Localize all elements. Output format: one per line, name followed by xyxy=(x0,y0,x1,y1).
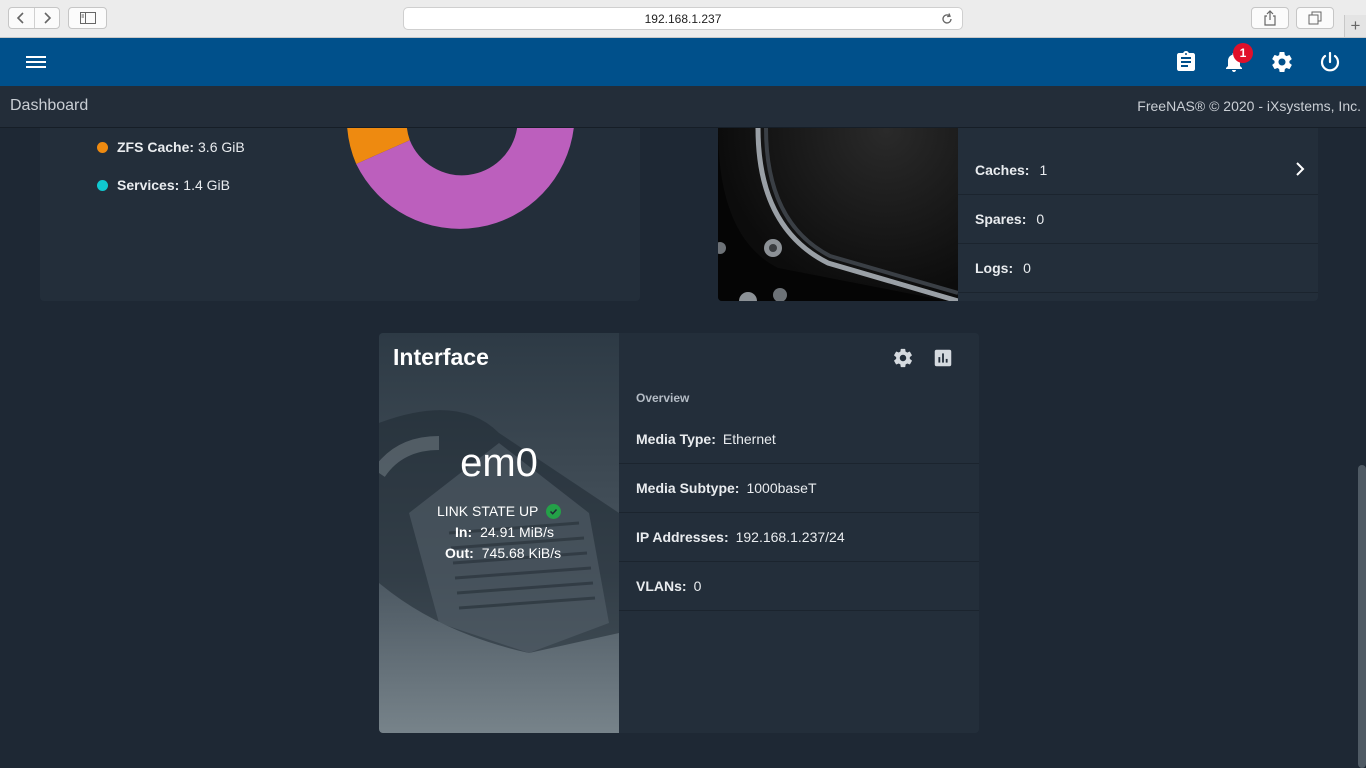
row-value: 1 xyxy=(1039,162,1048,178)
url-text: 192.168.1.237 xyxy=(644,11,722,26)
row-value: 0 xyxy=(1023,260,1031,276)
row-label: VLANs: xyxy=(636,578,687,594)
pool-widget: Caches: 1 Spares: 0 Logs: 0 xyxy=(718,128,1318,301)
browser-nav-buttons xyxy=(8,7,60,29)
sidebar-toggle-button[interactable] xyxy=(68,7,107,29)
row-label: IP Addresses: xyxy=(636,529,729,545)
page-scrollbar[interactable] xyxy=(1358,465,1366,768)
row-value: 0 xyxy=(693,578,702,594)
forward-button[interactable] xyxy=(33,8,59,28)
disk-illustration xyxy=(718,128,959,301)
memory-widget: ZFS Cache: 3.6 GiB Services: 1.4 GiB xyxy=(40,128,640,301)
row-label: Media Type: xyxy=(636,431,716,447)
tabs-overview-button[interactable] xyxy=(1296,7,1334,29)
pool-row-logs: Logs: 0 xyxy=(958,244,1318,293)
traffic-out-value: 745.68 KiB/s xyxy=(481,545,562,561)
share-button[interactable] xyxy=(1251,7,1289,29)
breadcrumb-bar: Dashboard FreeNAS® © 2020 - iXsystems, I… xyxy=(0,86,1366,128)
disk-image xyxy=(718,128,959,301)
chevron-right-icon[interactable] xyxy=(1292,161,1308,177)
browser-toolbar: 192.168.1.237 + xyxy=(0,0,1366,38)
gear-icon[interactable] xyxy=(1270,50,1294,74)
clipboard-icon[interactable] xyxy=(1174,50,1198,74)
menu-icon[interactable] xyxy=(24,50,48,74)
row-label: Media Subtype: xyxy=(636,480,740,496)
row-value: Ethernet xyxy=(722,431,776,447)
link-state: LINK STATE UP xyxy=(437,503,562,519)
traffic-out-label: Out: xyxy=(445,545,474,561)
pool-details: Caches: 1 Spares: 0 Logs: 0 xyxy=(958,128,1318,301)
check-icon xyxy=(546,503,562,519)
interface-row-media-type: Media Type: Ethernet xyxy=(619,415,979,464)
row-label: Logs: xyxy=(975,260,1014,276)
traffic-in-label: In: xyxy=(455,524,473,540)
row-value: 192.168.1.237/24 xyxy=(735,529,845,545)
link-state-text: LINK STATE UP xyxy=(437,503,539,519)
traffic-in: In: 24.91 MiB/s xyxy=(455,524,554,540)
pool-row-caches[interactable]: Caches: 1 xyxy=(958,146,1318,195)
app-toolbar: 1 xyxy=(0,38,1366,86)
new-tab-button[interactable]: + xyxy=(1344,15,1366,37)
interface-widget: Interface em0 LINK STATE UP In: 24.91 MiB… xyxy=(379,333,979,733)
row-label: Caches: xyxy=(975,162,1030,178)
row-label: Spares: xyxy=(975,211,1027,227)
address-bar[interactable]: 192.168.1.237 xyxy=(403,7,963,30)
widget-title: Interface xyxy=(393,344,489,370)
interface-name: em0 xyxy=(460,441,538,485)
chevron-left-icon xyxy=(17,12,25,24)
traffic-out: Out: 745.68 KiB/s xyxy=(445,545,561,561)
traffic-in-value: 24.91 MiB/s xyxy=(480,524,555,540)
interface-row-vlans: VLANs: 0 xyxy=(619,562,979,611)
share-icon xyxy=(1264,10,1276,26)
pool-row-spares: Spares: 0 xyxy=(958,195,1318,244)
memory-donut-chart xyxy=(347,128,574,229)
page-title: Dashboard xyxy=(10,97,89,114)
dashboard-content: ZFS Cache: 3.6 GiB Services: 1.4 GiB Cac… xyxy=(0,128,1366,768)
notification-badge: 1 xyxy=(1233,43,1253,63)
sidebar-icon xyxy=(79,12,96,24)
row-value: 1000baseT xyxy=(746,480,817,496)
copyright-text: FreeNAS® © 2020 - iXsystems, Inc. xyxy=(1137,98,1361,114)
settings-icon[interactable] xyxy=(892,347,914,369)
row-value: 0 xyxy=(1036,211,1045,227)
overview-title: Overview xyxy=(636,391,690,405)
plus-icon: + xyxy=(1350,16,1361,35)
interface-details-panel: Overview Media Type: Ethernet Media Subt… xyxy=(619,333,979,733)
chevron-right-icon xyxy=(44,12,52,24)
back-button[interactable] xyxy=(9,8,34,28)
interface-summary-panel: Interface em0 LINK STATE UP In: 24.91 MiB… xyxy=(379,333,619,733)
power-icon[interactable] xyxy=(1318,50,1342,74)
tabs-icon xyxy=(1308,11,1322,25)
interface-row-ip-addresses: IP Addresses: 192.168.1.237/24 xyxy=(619,513,979,562)
interface-row-media-subtype: Media Subtype: 1000baseT xyxy=(619,464,979,513)
bar-chart-icon[interactable] xyxy=(932,347,954,369)
reload-icon[interactable] xyxy=(940,12,954,26)
